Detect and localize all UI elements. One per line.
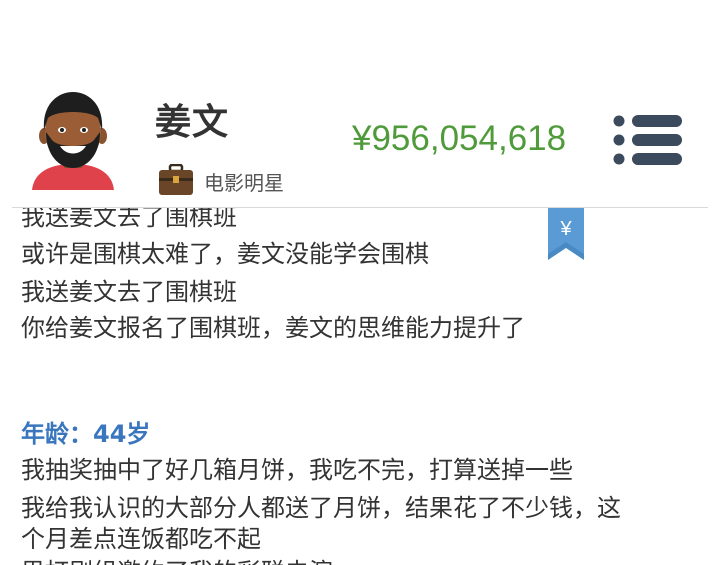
log-line: 我给我认识的大部分人都送了月饼，结果花了不少钱，这 (21, 494, 621, 522)
bookmark-shape: ¥ (548, 208, 584, 260)
bookmark-symbol: ¥ (559, 218, 572, 240)
age-heading: 年龄：44岁 (21, 420, 151, 448)
menu-icon (613, 115, 682, 165)
profile-header: 姜文 电影明星 ¥956,054,618 (0, 0, 720, 208)
menu-button[interactable] (612, 113, 684, 167)
log-line: 或许是围棋太难了，姜文没能学会围棋 (21, 240, 429, 268)
money-balance: ¥956,054,618 (352, 119, 567, 158)
log-line: 个月差点连饭都吃不起 (21, 525, 261, 553)
occupation-label: 电影明星 (204, 171, 284, 195)
yen-bookmark-icon[interactable]: ¥ (546, 208, 586, 262)
log-line: 你给姜文报名了围棋班，姜文的思维能力提升了 (21, 314, 525, 342)
log-line: 思打剧组邀约了我的彩聪去演 (21, 557, 333, 565)
avatar (28, 86, 118, 194)
briefcase-icon (158, 163, 194, 196)
game-screen: 我送姜文去了围棋班 或许是围棋太难了，姜文没能学会围棋 我送姜文去了围棋班 你给… (0, 0, 720, 565)
header-divider (12, 207, 708, 208)
character-name: 姜文 (155, 102, 230, 143)
log-line: 我送姜文去了围棋班 (21, 278, 237, 306)
log-line: 我抽奖抽中了好几箱月饼，我吃不完，打算送掉一些 (21, 456, 573, 484)
